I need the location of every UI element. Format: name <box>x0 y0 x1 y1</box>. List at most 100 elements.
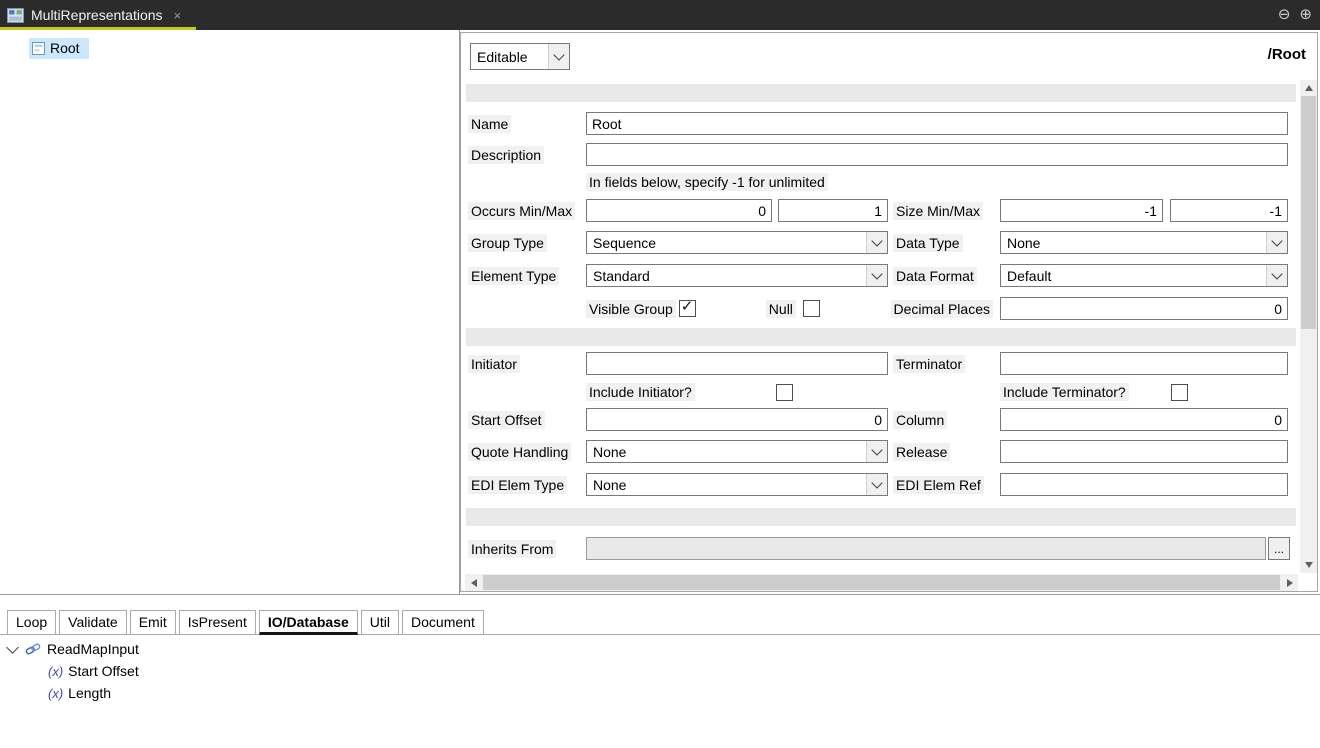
tab-document[interactable]: Document <box>402 610 484 635</box>
tree-item-label: Length <box>68 685 111 701</box>
occurs-max-input[interactable] <box>778 199 888 222</box>
scroll-up-icon[interactable] <box>1300 80 1317 96</box>
visible-group-label: Visible Group <box>586 300 676 318</box>
section-divider <box>466 328 1296 346</box>
chevron-down-icon[interactable] <box>866 232 887 253</box>
section-divider <box>466 84 1296 102</box>
chevron-down-icon[interactable] <box>6 641 19 654</box>
vertical-scrollbar[interactable] <box>1300 80 1317 573</box>
chain-link-icon <box>25 641 41 657</box>
scroll-down-icon[interactable] <box>1300 557 1317 573</box>
section-divider <box>466 508 1296 526</box>
tree-item-start-offset[interactable]: (x) Start Offset <box>0 660 1320 682</box>
inherits-from-input <box>586 537 1266 560</box>
start-offset-input[interactable] <box>586 408 888 431</box>
horizontal-scrollbar[interactable] <box>465 574 1298 591</box>
element-type-select[interactable]: Standard <box>586 264 888 287</box>
tab-io-database[interactable]: IO/Database <box>259 610 358 635</box>
tab-emit[interactable]: Emit <box>130 610 176 635</box>
group-type-value: Sequence <box>587 232 866 253</box>
visible-group-checkbox[interactable] <box>679 300 696 317</box>
data-type-value: None <box>1001 232 1266 253</box>
include-terminator-checkbox[interactable] <box>1171 384 1188 401</box>
node-icon <box>32 42 45 55</box>
variable-icon: (x) <box>48 686 63 701</box>
document-tab[interactable]: MultiRepresentations × <box>0 0 193 30</box>
decimal-places-label: Decimal Places <box>891 300 993 318</box>
initiator-label: Initiator <box>468 356 586 372</box>
data-format-select[interactable]: Default <box>1000 264 1288 287</box>
chevron-down-icon[interactable] <box>548 44 569 69</box>
include-initiator-label: Include Initiator? <box>586 383 695 401</box>
tree-item-label: ReadMapInput <box>47 641 139 657</box>
structure-tree-panel: Root <box>0 30 460 594</box>
data-type-label: Data Type <box>893 235 1000 251</box>
edi-elem-type-select[interactable]: None <box>586 473 888 496</box>
start-offset-label: Start Offset <box>468 412 586 428</box>
variable-icon: (x) <box>48 664 63 679</box>
browse-button[interactable]: ... <box>1268 537 1290 560</box>
chevron-down-icon[interactable] <box>866 474 887 495</box>
vertical-scroll-thumb[interactable] <box>1301 96 1316 329</box>
title-bar: MultiRepresentations × ⊖ ⊕ <box>0 0 1320 30</box>
chevron-down-icon[interactable] <box>1266 265 1287 286</box>
group-type-select[interactable]: Sequence <box>586 231 888 254</box>
size-max-input[interactable] <box>1170 199 1288 222</box>
properties-header: Editable /Root <box>461 33 1317 80</box>
scroll-left-icon[interactable] <box>465 575 482 591</box>
size-min-input[interactable] <box>1000 199 1163 222</box>
name-input[interactable] <box>586 112 1288 135</box>
occurs-min-input[interactable] <box>586 199 772 222</box>
tab-ispresent[interactable]: IsPresent <box>179 610 256 635</box>
decimal-places-input[interactable] <box>1000 297 1288 320</box>
null-checkbox[interactable] <box>803 300 820 317</box>
tab-loop[interactable]: Loop <box>7 610 56 635</box>
tab-validate[interactable]: Validate <box>59 610 127 635</box>
edi-elem-type-value: None <box>587 474 866 495</box>
edit-mode-value: Editable <box>471 44 548 69</box>
chevron-down-icon[interactable] <box>1266 232 1287 253</box>
horizontal-scroll-thumb[interactable] <box>483 575 1280 590</box>
element-type-label: Element Type <box>468 268 586 284</box>
occurs-min-max-label: Occurs Min/Max <box>468 203 586 219</box>
data-type-select[interactable]: None <box>1000 231 1288 254</box>
tab-util[interactable]: Util <box>361 610 399 635</box>
data-format-value: Default <box>1001 265 1266 286</box>
size-min-max-label: Size Min/Max <box>893 203 1000 219</box>
edit-mode-select[interactable]: Editable <box>470 43 570 70</box>
quote-handling-value: None <box>587 441 866 462</box>
tree-item-root[interactable]: Root <box>29 38 89 59</box>
release-input[interactable] <box>1000 440 1288 463</box>
chevron-down-icon[interactable] <box>866 265 887 286</box>
tree-item-length[interactable]: (x) Length <box>0 682 1320 704</box>
column-label: Column <box>893 412 1000 428</box>
zoom-out-icon[interactable]: ⊖ <box>1278 5 1291 23</box>
release-label: Release <box>893 444 1000 460</box>
app-icon <box>7 8 24 23</box>
properties-panel: Editable /Root Name Description In f <box>460 32 1318 592</box>
group-type-label: Group Type <box>468 235 586 251</box>
tree-item-readmapinput[interactable]: ReadMapInput <box>0 638 1320 660</box>
tree-item-label: Start Offset <box>68 663 139 679</box>
quote-handling-select[interactable]: None <box>586 440 888 463</box>
chevron-down-icon[interactable] <box>866 441 887 462</box>
close-icon[interactable]: × <box>174 8 182 23</box>
include-terminator-label: Include Terminator? <box>1000 383 1129 401</box>
scroll-right-icon[interactable] <box>1281 575 1298 591</box>
bottom-tabs: Loop Validate Emit IsPresent IO/Database… <box>7 610 484 635</box>
initiator-input[interactable] <box>586 352 888 375</box>
bottom-panel: Loop Validate Emit IsPresent IO/Database… <box>0 596 1320 748</box>
element-path: /Root <box>1268 46 1306 63</box>
terminator-input[interactable] <box>1000 352 1288 375</box>
properties-form: Name Description In fields below, specif… <box>461 80 1299 573</box>
data-format-label: Data Format <box>893 268 1000 284</box>
description-input[interactable] <box>586 143 1288 166</box>
edi-elem-ref-input[interactable] <box>1000 473 1288 496</box>
element-type-value: Standard <box>587 265 866 286</box>
include-initiator-checkbox[interactable] <box>776 384 793 401</box>
quote-handling-label: Quote Handling <box>468 444 586 460</box>
titlebar-controls: ⊖ ⊕ <box>1278 0 1312 28</box>
unlimited-hint-text: In fields below, specify -1 for unlimite… <box>586 173 828 191</box>
zoom-in-icon[interactable]: ⊕ <box>1299 5 1312 23</box>
column-input[interactable] <box>1000 408 1288 431</box>
